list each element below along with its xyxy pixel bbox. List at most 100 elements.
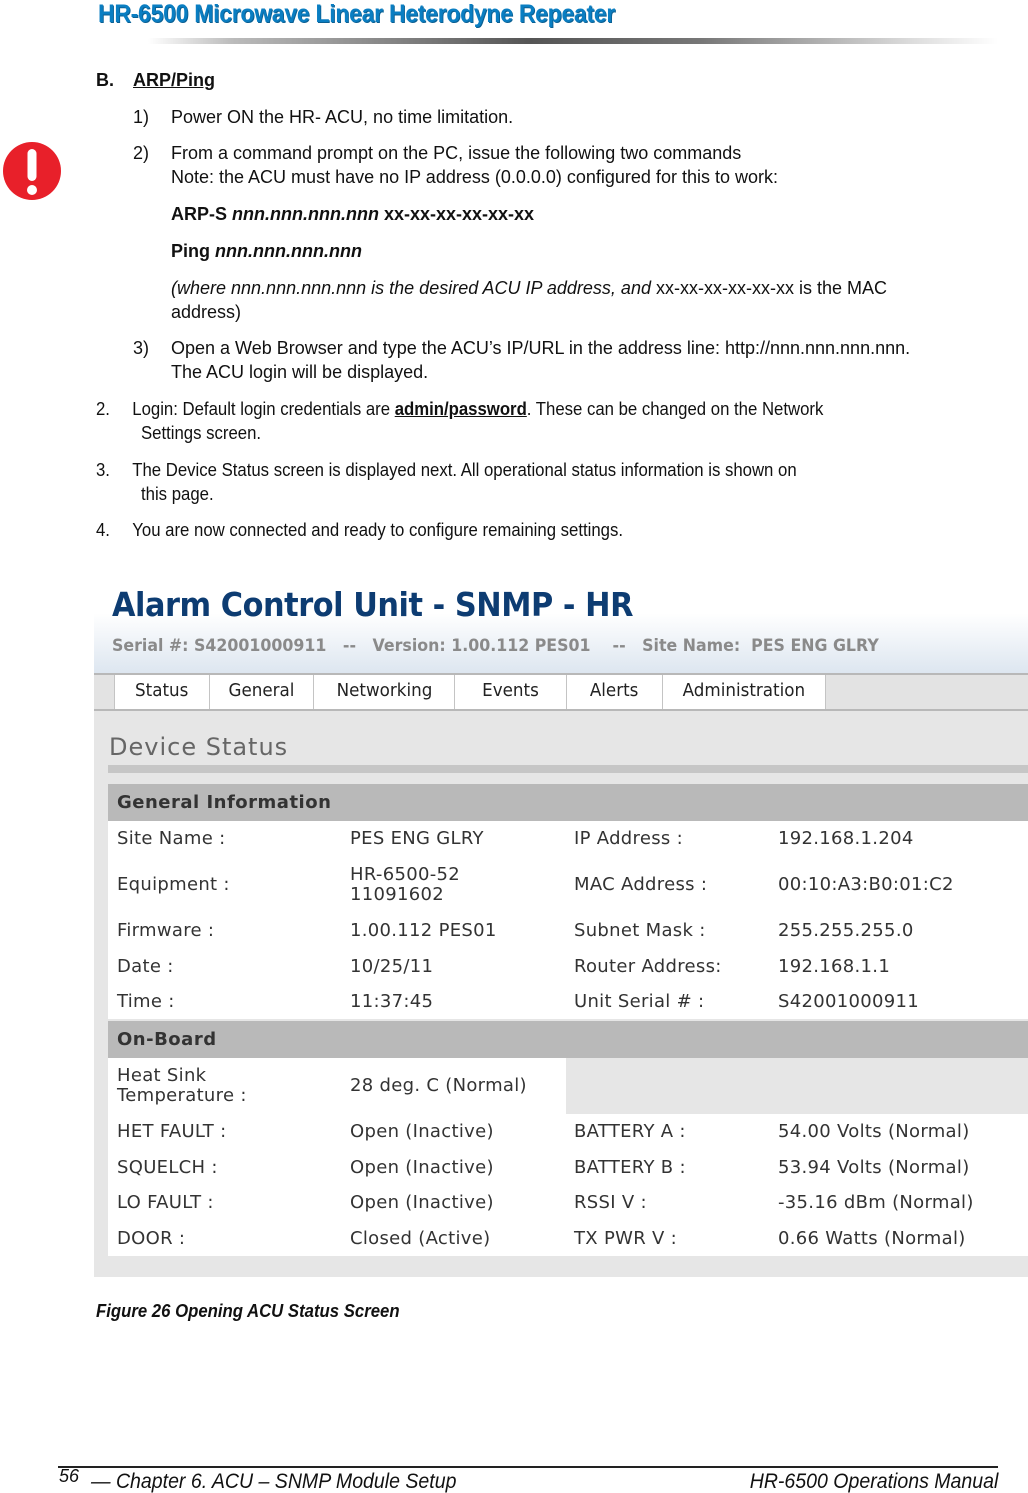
field-label: Subnet Mask : xyxy=(574,920,706,941)
on-board-row: SQUELCH : Open (Inactive) BATTERY B : 53.94… xyxy=(108,1150,1028,1185)
heading-rule xyxy=(108,765,1028,773)
step-number: 3. xyxy=(96,460,110,480)
field-value: 11:37:45 xyxy=(350,990,434,1012)
tab-label: Events xyxy=(482,680,539,701)
field-label: Firmware : xyxy=(117,920,215,941)
section-title: ARP/Ping xyxy=(133,70,216,90)
general-info-row: Firmware : 1.00.112 PES01 Subnet Mask : 255… xyxy=(108,913,1028,949)
note-italic: (where nnn.nnn.nnn.nnn is the desired AC… xyxy=(171,278,651,298)
panel-heading: General Information xyxy=(108,784,1028,821)
note-mac: xx-xx-xx-xx-xx-xx is the MAC xyxy=(650,278,887,298)
command-note-end: address) xyxy=(171,302,242,322)
field-label: Router Address: xyxy=(574,955,722,977)
tab-alerts[interactable]: Alerts xyxy=(566,675,663,709)
step-number: 1) xyxy=(133,107,150,127)
field-label: Date : xyxy=(117,955,174,977)
general-info-row: Time : 11:37:45 Unit Serial # : S4200100091… xyxy=(108,984,1028,1019)
field-value: 00:10:A3:B0:01:C2 xyxy=(778,874,954,895)
tab-status[interactable]: Status xyxy=(114,675,210,709)
ping-ip: nnn.nnn.nnn.nnn xyxy=(215,241,362,261)
substep-1: 1) Power ON the HR- ACU, no time limitat… xyxy=(133,106,513,128)
field-value: 192.168.1.1 xyxy=(778,955,891,977)
step-text: Power ON the HR- ACU, no time limitation… xyxy=(171,107,514,127)
default-credentials: admin/password xyxy=(394,399,527,419)
step-2: 2. Login: Default login credentials are … xyxy=(96,398,823,420)
step-text-pre: Login: Default login credentials are xyxy=(132,399,395,419)
substep-3: 3) Open a Web Browser and type the ACU’s… xyxy=(133,337,910,359)
footer-chapter: — Chapter 6. ACU – SNMP Module Setup xyxy=(91,1470,457,1493)
field-label: MAC Address : xyxy=(574,874,708,895)
field-label: LO FAULT : xyxy=(117,1192,214,1213)
field-value: 54.00 Volts (Normal) xyxy=(778,1121,970,1142)
step-number: 3) xyxy=(133,338,150,358)
tab-label: Administration xyxy=(682,680,806,701)
ping-command: Ping nnn.nnn.nnn.nnn xyxy=(171,240,362,262)
heat-sink-value: 28 deg. C (Normal) xyxy=(350,1075,527,1096)
field-label: Unit Serial # : xyxy=(574,990,705,1012)
acu-tab-bar: Status General Networking Events Alerts … xyxy=(94,673,1028,711)
step-text: The Device Status screen is displayed ne… xyxy=(132,460,797,480)
step-number: 2. xyxy=(96,399,110,419)
field-value: Open (Inactive) xyxy=(350,1192,494,1213)
tab-general[interactable]: General xyxy=(209,675,314,709)
on-board-row: LO FAULT : Open (Inactive) RSSI V : -35.16 … xyxy=(108,1185,1028,1221)
general-info-row: Equipment : HR-6500-52 11091602 MAC Addres… xyxy=(108,857,1028,913)
field-label: BATTERY A : xyxy=(574,1121,686,1142)
running-header: HR-6500 Microwave Linear Heterodyne Repe… xyxy=(98,0,998,44)
step-number: 2) xyxy=(133,143,150,163)
general-information-panel: General Information Site Name : PES ENG G… xyxy=(108,784,1028,1019)
field-label: SQUELCH : xyxy=(117,1156,218,1178)
field-label: Site Name : xyxy=(117,828,226,849)
field-label: Time : xyxy=(117,990,175,1012)
empty-cell xyxy=(566,1058,1028,1114)
arp-keyword: ARP-S xyxy=(171,204,233,224)
field-value: Open (Inactive) xyxy=(350,1156,494,1178)
field-value: 255.255.255.0 xyxy=(778,920,914,941)
heat-sink-row: Heat Sink Temperature : 28 deg. C (Norma… xyxy=(108,1058,1028,1114)
arp-ip: nnn.nnn.nnn.nnn xyxy=(232,204,379,224)
general-info-row: Site Name : PES ENG GLRY IP Address : 192.1… xyxy=(108,821,1028,857)
arp-command: ARP-S nnn.nnn.nnn.nnn xx-xx-xx-xx-xx-xx xyxy=(171,203,534,225)
field-label: BATTERY B : xyxy=(574,1156,686,1178)
manual-title: HR-6500 Microwave Linear Heterodyne Repe… xyxy=(98,0,616,28)
acu-header: Alarm Control Unit - SNMP - HR Serial #:… xyxy=(94,581,1028,673)
page-number: 56 xyxy=(59,1466,80,1486)
field-value: 53.94 Volts (Normal) xyxy=(778,1156,970,1178)
section-heading: B. ARP/Ping xyxy=(96,69,215,91)
step-text: You are now connected and ready to confi… xyxy=(132,520,624,540)
acu-title: Alarm Control Unit - SNMP - HR xyxy=(112,585,634,624)
step-4: 4. You are now connected and ready to co… xyxy=(96,519,623,541)
field-label: IP Address : xyxy=(574,828,683,849)
tab-label: Alerts xyxy=(590,680,639,701)
acu-subtitle: Serial #: S42001000911 -- Version: 1.00.… xyxy=(112,636,879,656)
step-text: From a command prompt on the PC, issue t… xyxy=(171,143,742,163)
field-value: -35.16 dBm (Normal) xyxy=(778,1192,974,1213)
substep-2: 2) From a command prompt on the PC, issu… xyxy=(133,142,741,164)
figure-caption: Figure 26 Opening ACU Status Screen xyxy=(96,1301,400,1321)
step-3-line2: this page. xyxy=(141,484,214,504)
step-text-line2: The ACU login will be displayed. xyxy=(171,362,429,382)
device-status-heading: Device Status xyxy=(109,733,289,761)
field-value: 192.168.1.204 xyxy=(778,828,914,849)
step-2-line2: Settings screen. xyxy=(141,423,262,443)
field-value: Open (Inactive) xyxy=(350,1121,494,1142)
tab-label: Networking xyxy=(336,680,432,701)
tab-administration[interactable]: Administration xyxy=(662,675,826,709)
step-text: Login: Default login credentials are adm… xyxy=(132,398,823,420)
footer-rule xyxy=(58,1466,998,1468)
step-3: 3. The Device Status screen is displayed… xyxy=(96,459,797,481)
field-value: S42001000911 xyxy=(778,990,919,1012)
tab-label: General xyxy=(228,680,295,701)
step-note: Note: the ACU must have no IP address (0… xyxy=(171,167,778,187)
tab-networking[interactable]: Networking xyxy=(313,675,455,709)
field-value: PES ENG GLRY xyxy=(350,828,484,849)
heat-sink-label: Heat Sink Temperature : xyxy=(117,1065,247,1106)
footer-manual-name: HR-6500 Operations Manual xyxy=(749,1470,998,1493)
step-number: 4. xyxy=(96,520,110,540)
exclamation-alert-icon xyxy=(3,142,61,200)
panel-heading: On-Board xyxy=(108,1021,1028,1058)
field-label: HET FAULT : xyxy=(117,1121,227,1142)
field-label: RSSI V : xyxy=(574,1192,647,1213)
field-label: TX PWR V : xyxy=(574,1227,678,1249)
tab-events[interactable]: Events xyxy=(454,675,567,709)
